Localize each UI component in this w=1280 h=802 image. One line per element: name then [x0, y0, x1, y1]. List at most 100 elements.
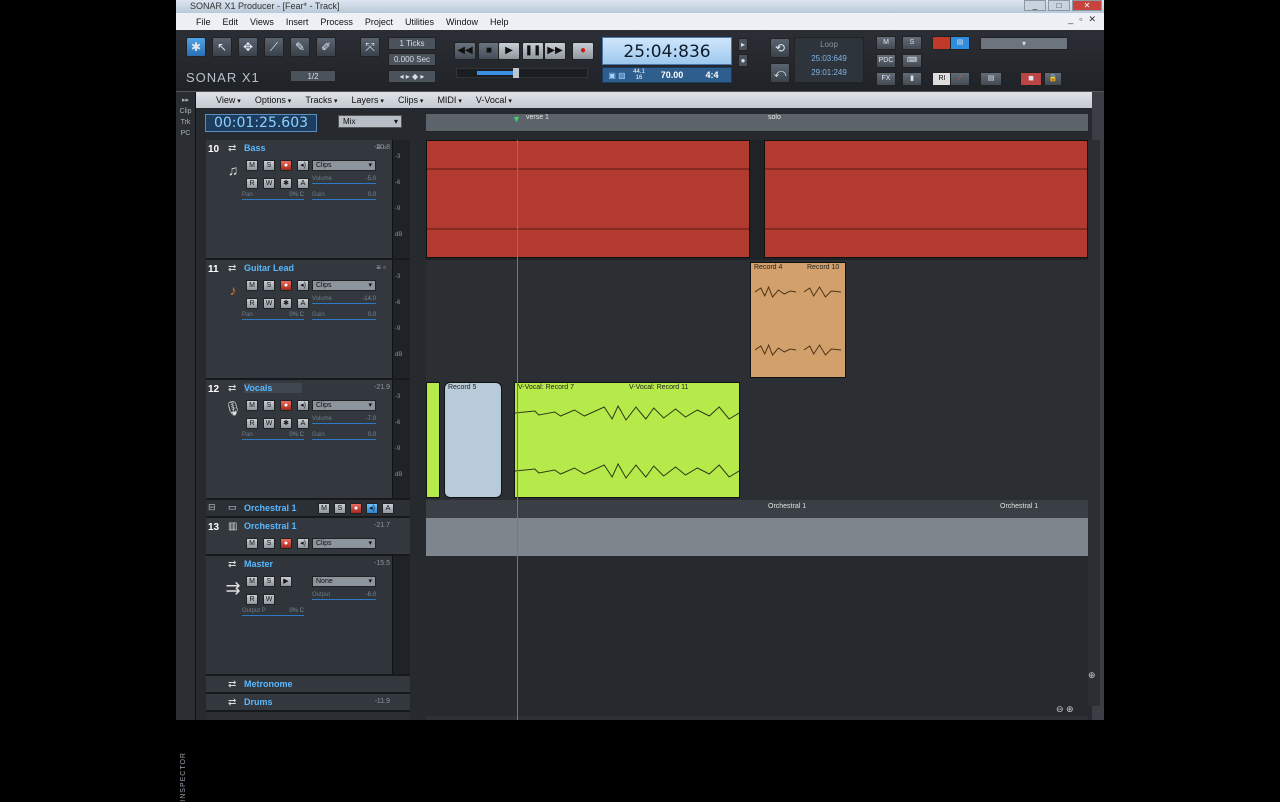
output-slider[interactable]: Output -6.0: [312, 592, 376, 600]
time-ruler[interactable]: verse 1 solo ▼: [426, 114, 1088, 132]
folder-orchestral[interactable]: ⊟ ▭ Orchestral 1 M S ● ◂) A: [206, 500, 410, 518]
solo-button[interactable]: S: [263, 400, 275, 411]
bus-name[interactable]: Master: [244, 559, 273, 569]
menu-process[interactable]: Process: [320, 17, 353, 27]
tv-menu-vvocal[interactable]: V-Vocal: [476, 95, 512, 105]
mute-button[interactable]: M: [246, 576, 258, 587]
menu-insert[interactable]: Insert: [286, 17, 309, 27]
bus-icon[interactable]: ⇄: [228, 559, 236, 570]
inspector-label[interactable]: INSPECTOR: [180, 752, 187, 802]
folder-name[interactable]: Orchestral 1: [244, 503, 297, 513]
mix-dropdown[interactable]: Mix: [338, 115, 402, 128]
minimize-button[interactable]: _: [1024, 0, 1046, 11]
gain-slider[interactable]: Gain 0.0: [312, 192, 376, 200]
tempo-value[interactable]: 70.00: [647, 70, 697, 80]
track-name[interactable]: Guitar Lead: [244, 263, 294, 273]
meter-value[interactable]: 4:4: [697, 70, 727, 80]
volume-slider[interactable]: Volume -14.0: [312, 296, 376, 304]
folder-record-button[interactable]: ●: [350, 503, 362, 514]
fx-freeze-button[interactable]: ✱: [280, 298, 292, 309]
fx-freeze-button[interactable]: ✱: [280, 418, 292, 429]
bus-metronome[interactable]: ⇄ Metronome: [206, 676, 410, 694]
folder-echo-button[interactable]: ◂): [366, 503, 378, 514]
input-echo-button[interactable]: ◂): [297, 400, 309, 411]
mute-button[interactable]: M: [246, 538, 258, 549]
archive-button[interactable]: A: [297, 178, 309, 189]
track-orchestral[interactable]: 13 ▥ Orchestral 1 -21.7 M S ● ◂) Clips: [206, 518, 410, 556]
mdi-minimize-icon[interactable]: _: [1068, 14, 1073, 25]
play-bus-button[interactable]: ▶: [280, 576, 292, 587]
loop-end[interactable]: 29:01:249: [795, 66, 863, 80]
snap-ticks-field[interactable]: 1 Ticks: [388, 37, 436, 50]
track-name[interactable]: Vocals: [244, 383, 303, 393]
fx-button[interactable]: FX: [876, 72, 896, 86]
bus-name[interactable]: Metronome: [244, 679, 293, 689]
select-tool-icon[interactable]: ↖: [212, 37, 232, 57]
menu-project[interactable]: Project: [365, 17, 393, 27]
write-automation-button[interactable]: W: [263, 298, 275, 309]
rec-icon[interactable]: ◼: [1020, 72, 1042, 86]
tv-menu-layers[interactable]: Layers: [351, 95, 383, 105]
maximize-button[interactable]: □: [1048, 0, 1070, 11]
screenset-icon[interactable]: ▤: [980, 72, 1002, 86]
volume-slider[interactable]: Volume -7.0: [312, 416, 376, 424]
record-arm-button[interactable]: ●: [280, 400, 292, 411]
pan-slider[interactable]: Pan 0% C: [242, 192, 304, 200]
bus-drums[interactable]: ⇄ Drums -11.9: [206, 694, 410, 712]
archive-button[interactable]: A: [297, 298, 309, 309]
mixer-icon[interactable]: ▮: [902, 72, 922, 86]
smart-tool-icon[interactable]: ✱: [186, 37, 206, 57]
rewind-icon[interactable]: ◀◀: [454, 42, 476, 60]
now-marker-icon[interactable]: ▼: [512, 114, 521, 124]
snap-icon[interactable]: ⤧: [360, 37, 380, 57]
pdc-button[interactable]: PDC: [876, 54, 896, 68]
ratio-field[interactable]: 1/2: [290, 70, 336, 82]
tv-menu-tracks[interactable]: Tracks: [305, 95, 337, 105]
bus-icon[interactable]: ⇄: [228, 679, 236, 690]
marker-buttons[interactable]: ◂ ▸ ◆ ▸: [388, 70, 436, 83]
bus-icon[interactable]: ⇄: [228, 697, 236, 708]
clip-vocal-record5[interactable]: Record 5: [444, 382, 502, 498]
tv-menu-midi[interactable]: MIDI: [437, 95, 461, 105]
track-bass[interactable]: 10 ⇄ Bass -20.8 ≡ ▫ ♫ M S ● ◂) Clips R W…: [206, 140, 410, 260]
input-echo-button[interactable]: ◂): [297, 280, 309, 291]
marker-verse[interactable]: verse 1: [526, 114, 549, 121]
clips-pane[interactable]: Record 4 Record 10 Record 5 V-Vocal: Rec…: [426, 140, 1088, 720]
draw-tool-icon[interactable]: ✎: [290, 37, 310, 57]
record-icon[interactable]: ●: [572, 42, 594, 60]
menu-utilities[interactable]: Utilities: [405, 17, 434, 27]
bus-master[interactable]: ⇄ Master -15.5 ⇉ M S ▶ None R W Output-6…: [206, 556, 410, 676]
fast-forward-icon[interactable]: ▶▶: [544, 42, 566, 60]
menu-window[interactable]: Window: [446, 17, 478, 27]
erase-tool-icon[interactable]: ✐: [316, 37, 336, 57]
lane-orchestral[interactable]: [426, 518, 1088, 556]
stop-icon[interactable]: ■: [478, 42, 500, 60]
edit-filter-dropdown[interactable]: Clips: [312, 280, 376, 291]
solo-button[interactable]: S: [263, 160, 275, 171]
mute-button[interactable]: M: [246, 160, 258, 171]
vertical-scrollbar[interactable]: [1088, 140, 1100, 706]
read-automation-button[interactable]: R: [246, 418, 258, 429]
write-automation-button[interactable]: W: [263, 178, 275, 189]
write-automation-button[interactable]: W: [263, 418, 275, 429]
pan-slider[interactable]: Pan 0% C: [242, 432, 304, 440]
read-automation-button[interactable]: R: [246, 178, 258, 189]
read-automation-button[interactable]: R: [246, 298, 258, 309]
track-name[interactable]: Bass: [244, 143, 266, 153]
bus-name[interactable]: Drums: [244, 697, 273, 707]
input-echo-button[interactable]: ◂): [297, 538, 309, 549]
mdi-close-icon[interactable]: ✕: [1088, 14, 1096, 25]
lock-icon[interactable]: 🔒: [1044, 72, 1062, 86]
fx-freeze-button[interactable]: ✱: [280, 178, 292, 189]
clip-bass-1[interactable]: [426, 140, 750, 258]
folder-collapse-icon[interactable]: ⊟: [208, 502, 216, 513]
track-type-icon[interactable]: ⇄: [228, 263, 236, 274]
lane-folder[interactable]: Orchestral 1 Orchestral 1: [426, 500, 1088, 518]
track-menu-icon[interactable]: ≡ ▫: [376, 263, 386, 272]
gain-slider[interactable]: Gain 0.0: [312, 432, 376, 440]
keyboard-icon[interactable]: ⌨: [902, 54, 922, 68]
solo-button[interactable]: S: [263, 280, 275, 291]
tv-menu-options[interactable]: Options: [255, 95, 292, 105]
edit-filter-dropdown[interactable]: Clips: [312, 160, 376, 171]
menu-edit[interactable]: Edit: [223, 17, 239, 27]
